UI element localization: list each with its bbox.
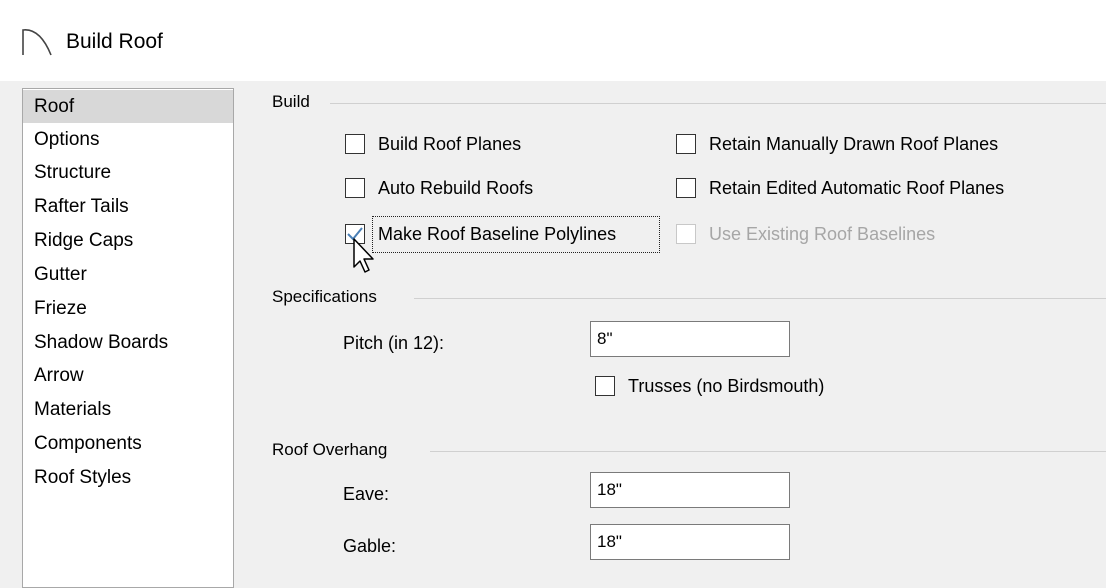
use-existing-label: Use Existing Roof Baselines bbox=[709, 224, 936, 244]
title-bar: Build Roof bbox=[0, 0, 1106, 81]
sidebar-item-rafter-tails[interactable]: Rafter Tails bbox=[23, 190, 233, 223]
sidebar-item-ridge-caps[interactable]: Ridge Caps bbox=[23, 224, 233, 257]
trusses-label[interactable]: Trusses (no Birdsmouth) bbox=[628, 374, 824, 398]
sidebar-item-shadow-boards[interactable]: Shadow Boards bbox=[23, 326, 233, 359]
category-list[interactable]: Roof Options Structure Rafter Tails Ridg… bbox=[22, 88, 234, 588]
sidebar-item-materials[interactable]: Materials bbox=[23, 393, 233, 426]
build-roof-planes-checkbox[interactable] bbox=[345, 134, 365, 154]
pitch-input[interactable]: 8" bbox=[590, 321, 790, 357]
mouse-pointer-icon bbox=[353, 238, 374, 273]
retain-edited-label[interactable]: Retain Edited Automatic Roof Planes bbox=[709, 176, 1004, 200]
auto-rebuild-checkbox[interactable] bbox=[345, 178, 365, 198]
overhang-group-divider bbox=[430, 451, 1106, 452]
window-title: Build Roof bbox=[66, 30, 163, 53]
retain-edited-checkbox[interactable] bbox=[676, 178, 696, 198]
eave-input[interactable]: 18" bbox=[590, 472, 790, 508]
roof-arc-icon bbox=[22, 29, 52, 56]
auto-rebuild-label[interactable]: Auto Rebuild Roofs bbox=[378, 176, 533, 200]
focus-rectangle bbox=[372, 216, 660, 253]
sidebar-item-gutter[interactable]: Gutter bbox=[23, 258, 233, 291]
build-roof-planes-label[interactable]: Build Roof Planes bbox=[378, 132, 521, 156]
overhang-group-label: Roof Overhang bbox=[272, 440, 388, 459]
retain-manual-checkbox[interactable] bbox=[676, 134, 696, 154]
retain-manual-label[interactable]: Retain Manually Drawn Roof Planes bbox=[709, 132, 998, 156]
trusses-checkbox[interactable] bbox=[595, 376, 615, 396]
sidebar-item-roof[interactable]: Roof bbox=[23, 90, 233, 123]
gable-label: Gable: bbox=[343, 536, 397, 556]
sidebar-item-options[interactable]: Options bbox=[23, 123, 233, 156]
sidebar-item-roof-styles[interactable]: Roof Styles bbox=[23, 461, 233, 494]
use-existing-checkbox bbox=[676, 224, 696, 244]
sidebar-item-structure[interactable]: Structure bbox=[23, 156, 233, 189]
sidebar-item-frieze[interactable]: Frieze bbox=[23, 292, 233, 325]
specifications-group-divider bbox=[414, 298, 1106, 299]
eave-label: Eave: bbox=[343, 484, 390, 504]
sidebar-item-components[interactable]: Components bbox=[23, 427, 233, 460]
sidebar-item-arrow[interactable]: Arrow bbox=[23, 359, 233, 392]
gable-input[interactable]: 18" bbox=[590, 524, 790, 560]
build-group-divider bbox=[330, 103, 1106, 104]
build-group-label: Build bbox=[272, 92, 310, 111]
specifications-group-label: Specifications bbox=[272, 287, 377, 306]
pitch-label: Pitch (in 12): bbox=[343, 333, 445, 353]
